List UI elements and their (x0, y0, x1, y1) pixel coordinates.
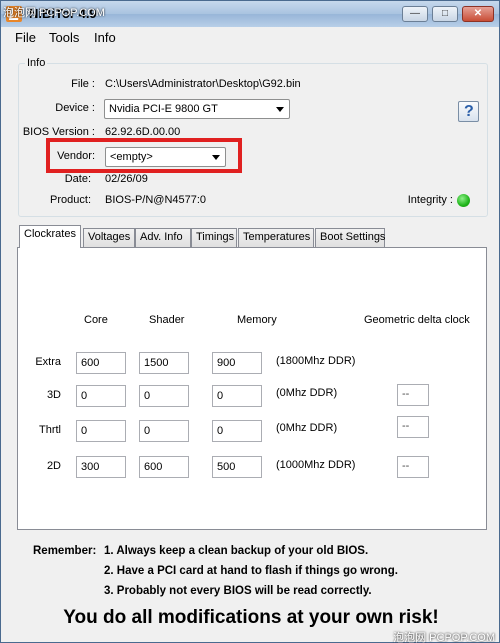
integrity-label: Integrity : (407, 194, 453, 206)
tab-clockrates[interactable]: Clockrates (19, 225, 81, 248)
3d-shader-input[interactable]: 0 (139, 385, 189, 407)
date-label: Date: (64, 173, 91, 185)
tab-temperatures[interactable]: Temperatures (238, 228, 314, 247)
thrtl-core-input[interactable]: 0 (76, 420, 126, 442)
info-group-title: Info (25, 57, 48, 69)
2d-delta-input[interactable]: -- (397, 456, 429, 478)
chevron-down-icon (276, 107, 284, 112)
3d-delta-input[interactable]: -- (397, 384, 429, 406)
menu-tools[interactable]: Tools (49, 30, 79, 45)
question-mark-icon: ? (464, 103, 474, 120)
help-button[interactable]: ? (458, 101, 479, 122)
maximize-button[interactable]: □ (432, 6, 458, 22)
note-line-3: 3. Probably not every BIOS will be read … (104, 585, 372, 597)
thrtl-shader-input[interactable]: 0 (139, 420, 189, 442)
risk-warning: You do all modifications at your own ris… (63, 607, 439, 628)
tab-voltages[interactable]: Voltages (83, 228, 135, 247)
close-button[interactable]: ✕ (462, 6, 494, 22)
product-label: Product: (50, 194, 91, 206)
watermark-bottom: 泡泡网 PCPOP.COM (393, 632, 495, 643)
memory-header: Memory (237, 314, 277, 326)
vendor-highlight-box (46, 138, 242, 173)
file-label: File : (71, 78, 95, 90)
core-header: Core (84, 314, 108, 326)
bios-version-label: BIOS Version : (22, 126, 95, 138)
integrity-status-icon (457, 194, 470, 207)
row-label-3d: 3D (46, 389, 61, 401)
tab-boot-settings[interactable]: Boot Settings (315, 228, 385, 247)
3d-ddr-text: (0Mhz DDR) (276, 387, 338, 399)
geometric-delta-header: Geometric delta clock (364, 314, 470, 326)
minimize-button[interactable]: — (402, 6, 428, 22)
file-path-value: C:\Users\Administrator\Desktop\G92.bin (105, 78, 301, 90)
extra-memory-input[interactable]: 900 (212, 352, 262, 374)
3d-memory-input[interactable]: 0 (212, 385, 262, 407)
2d-memory-input[interactable]: 500 (212, 456, 262, 478)
note-line-2: 2. Have a PCI card at hand to flash if t… (104, 565, 398, 577)
2d-core-input[interactable]: 300 (76, 456, 126, 478)
row-label-extra: Extra (35, 356, 61, 368)
remember-label: Remember: (33, 545, 97, 557)
3d-core-input[interactable]: 0 (76, 385, 126, 407)
thrtl-memory-input[interactable]: 0 (212, 420, 262, 442)
menu-info[interactable]: Info (94, 30, 116, 45)
tab-timings[interactable]: Timings (191, 228, 237, 247)
date-value: 02/26/09 (105, 173, 148, 185)
bios-version-value: 62.92.6D.00.00 (105, 126, 181, 138)
product-value: BIOS-P/N@N4577:0 (105, 194, 207, 206)
row-label-2d: 2D (46, 460, 61, 472)
2d-shader-input[interactable]: 600 (139, 456, 189, 478)
title-bar[interactable]: NiBiTor 4.9 泡泡网 PCPOP.COM — □ ✕ (1, 1, 499, 27)
thrtl-ddr-text: (0Mhz DDR) (276, 422, 338, 434)
device-select-value: Nvidia PCI-E 9800 GT (109, 103, 218, 115)
menu-bar: File Tools Info (1, 28, 499, 48)
device-label: Device : (55, 102, 95, 114)
extra-shader-input[interactable]: 1500 (139, 352, 189, 374)
device-select[interactable]: Nvidia PCI-E 9800 GT (104, 99, 290, 119)
tab-adv-info[interactable]: Adv. Info (135, 228, 191, 247)
2d-ddr-text: (1000Mhz DDR) (276, 459, 356, 471)
thrtl-delta-input[interactable]: -- (397, 416, 429, 438)
note-line-1: 1. Always keep a clean backup of your ol… (104, 545, 369, 557)
nibitor-window: NiBiTor 4.9 泡泡网 PCPOP.COM — □ ✕ File Too… (0, 0, 500, 643)
menu-file[interactable]: File (15, 30, 36, 45)
watermark-top: 泡泡网 PCPOP.COM (3, 7, 105, 19)
extra-ddr-text: (1800Mhz DDR) (276, 355, 356, 367)
shader-header: Shader (149, 314, 185, 326)
row-label-thrtl: Thrtl (39, 424, 61, 436)
extra-core-input[interactable]: 600 (76, 352, 126, 374)
